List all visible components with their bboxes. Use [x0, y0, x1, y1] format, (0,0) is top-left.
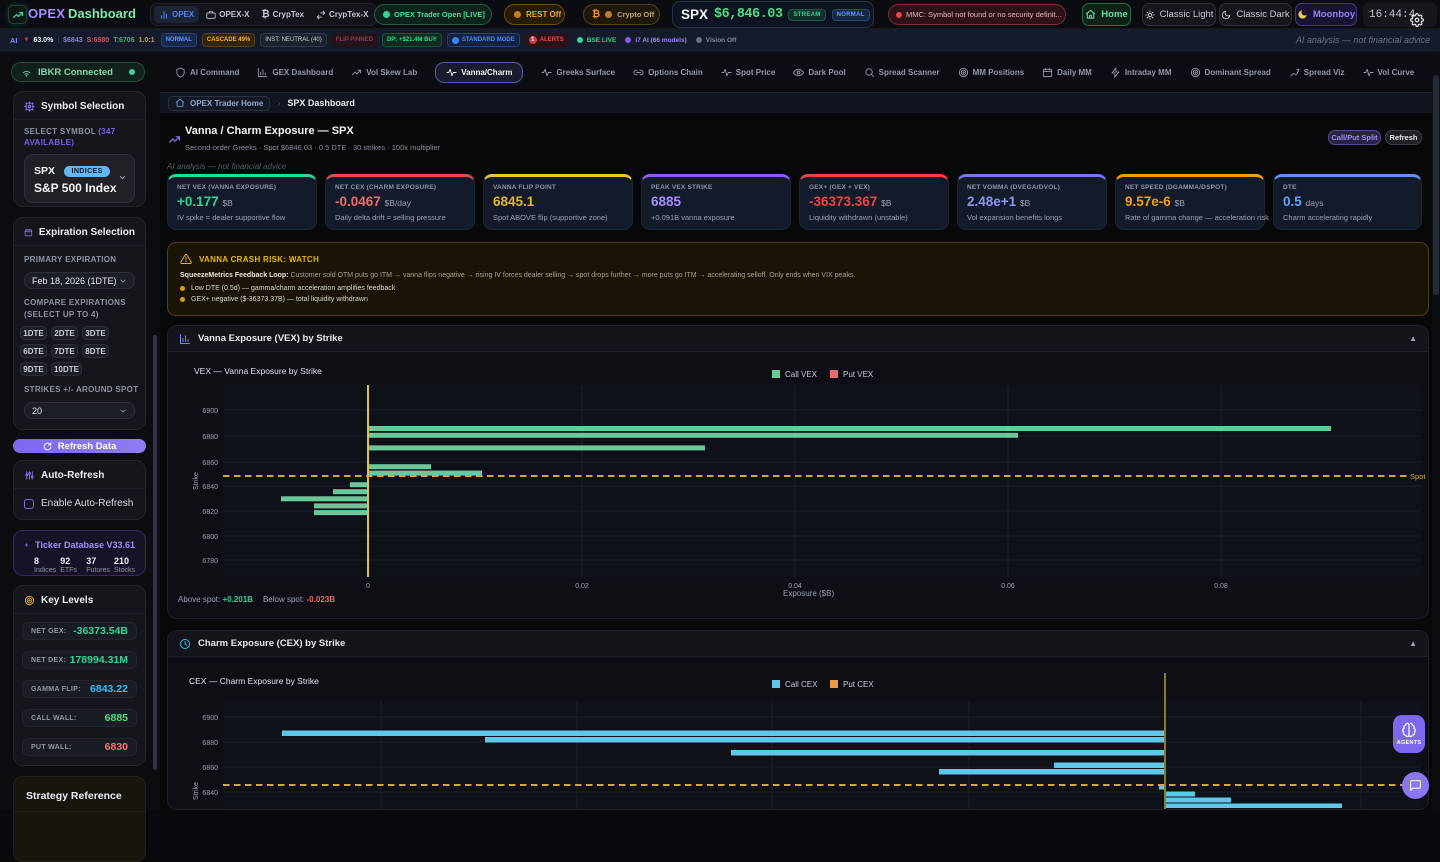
svg-text:Spot: Spot — [1410, 472, 1426, 481]
svg-text:6860: 6860 — [202, 765, 218, 772]
svg-text:0.08: 0.08 — [1214, 583, 1228, 590]
svg-text:6900: 6900 — [202, 408, 218, 415]
svg-text:6780: 6780 — [202, 558, 218, 565]
svg-text:Put VEX: Put VEX — [843, 370, 874, 379]
svg-text:Call VEX: Call VEX — [785, 370, 818, 379]
svg-text:6840: 6840 — [202, 484, 218, 491]
svg-text:CEX — Charm Exposure by Strike: CEX — Charm Exposure by Strike — [189, 676, 319, 686]
svg-text:6900: 6900 — [202, 715, 218, 722]
svg-text:0: 0 — [366, 583, 370, 590]
svg-text:Strike: Strike — [193, 472, 200, 490]
svg-text:6880: 6880 — [202, 740, 218, 747]
svg-text:6800: 6800 — [202, 534, 218, 541]
svg-text:0.02: 0.02 — [575, 583, 589, 590]
svg-text:Put CEX: Put CEX — [843, 680, 874, 689]
svg-text:6880: 6880 — [202, 434, 218, 441]
svg-text:Call CEX: Call CEX — [785, 680, 818, 689]
svg-text:6840: 6840 — [202, 790, 218, 797]
svg-text:6820: 6820 — [202, 509, 218, 516]
svg-text:Strike: Strike — [193, 782, 200, 800]
svg-text:6860: 6860 — [202, 460, 218, 467]
svg-text:0.06: 0.06 — [1001, 583, 1015, 590]
svg-text:VEX — Vanna Exposure by Strike: VEX — Vanna Exposure by Strike — [194, 366, 322, 376]
